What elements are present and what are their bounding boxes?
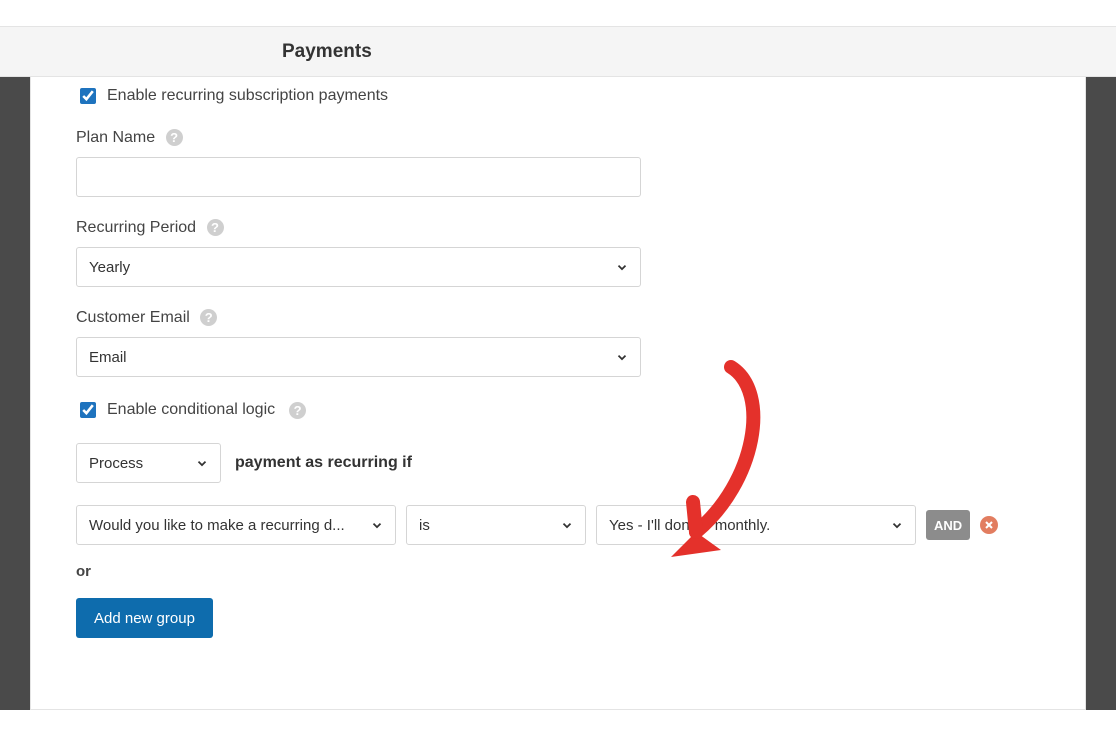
conditional-action-row: Process payment as recurring if [76, 443, 1040, 483]
remove-rule-button[interactable] [980, 516, 998, 534]
tab-bar: Payments [0, 27, 1116, 77]
recurring-period-label-text: Recurring Period [76, 219, 196, 236]
rule-value-select[interactable]: Yes - I'll donate monthly. [596, 505, 916, 545]
and-button[interactable]: AND [926, 510, 970, 540]
enable-recurring-row: Enable recurring subscription payments [76, 85, 1040, 107]
customer-email-select[interactable]: Email [76, 337, 641, 377]
customer-email-label: Customer Email ? [76, 309, 217, 327]
conditional-sentence: payment as recurring if [235, 454, 412, 472]
plan-name-input[interactable] [76, 157, 641, 197]
customer-email-select-wrap: Email [76, 337, 641, 377]
recurring-period-label: Recurring Period ? [76, 219, 224, 237]
recurring-period-select-wrap: Yearly [76, 247, 641, 287]
customer-email-label-text: Customer Email [76, 309, 190, 326]
recurring-period-select[interactable]: Yearly [76, 247, 641, 287]
rule-value-select-wrap: Yes - I'll donate monthly. [596, 505, 916, 545]
recurring-period-row: Recurring Period ? Yearly [76, 219, 1040, 287]
help-icon[interactable]: ? [200, 309, 217, 326]
enable-conditional-checkbox[interactable] [80, 402, 96, 418]
outer-bg-left [0, 77, 30, 710]
process-select-wrap: Process [76, 443, 221, 483]
or-text: or [76, 563, 1040, 580]
enable-recurring-label: Enable recurring subscription payments [107, 87, 388, 105]
enable-conditional-label: Enable conditional logic [107, 401, 275, 419]
enable-recurring-checkbox[interactable] [80, 88, 96, 104]
customer-email-row: Customer Email ? Email [76, 309, 1040, 377]
plan-name-label: Plan Name ? [76, 129, 183, 147]
add-new-group-button[interactable]: Add new group [76, 598, 213, 638]
rule-row: Would you like to make a recurring d... … [76, 505, 1040, 545]
rule-field-select-wrap: Would you like to make a recurring d... [76, 505, 396, 545]
rule-operator-select-wrap: is [406, 505, 586, 545]
rule-field-select[interactable]: Would you like to make a recurring d... [76, 505, 396, 545]
help-icon[interactable]: ? [289, 402, 306, 419]
close-icon [984, 520, 994, 530]
help-icon[interactable]: ? [166, 129, 183, 146]
top-hairline [0, 0, 1116, 27]
enable-conditional-row: Enable conditional logic ? [76, 399, 1040, 421]
tab-title: Payments [0, 27, 1116, 77]
plan-name-row: Plan Name ? [76, 129, 1040, 197]
rule-operator-select[interactable]: is [406, 505, 586, 545]
plan-name-label-text: Plan Name [76, 129, 155, 146]
settings-panel: Enable recurring subscription payments P… [30, 77, 1086, 710]
help-icon[interactable]: ? [207, 219, 224, 236]
outer-bg-right [1086, 77, 1116, 710]
process-select[interactable]: Process [76, 443, 221, 483]
